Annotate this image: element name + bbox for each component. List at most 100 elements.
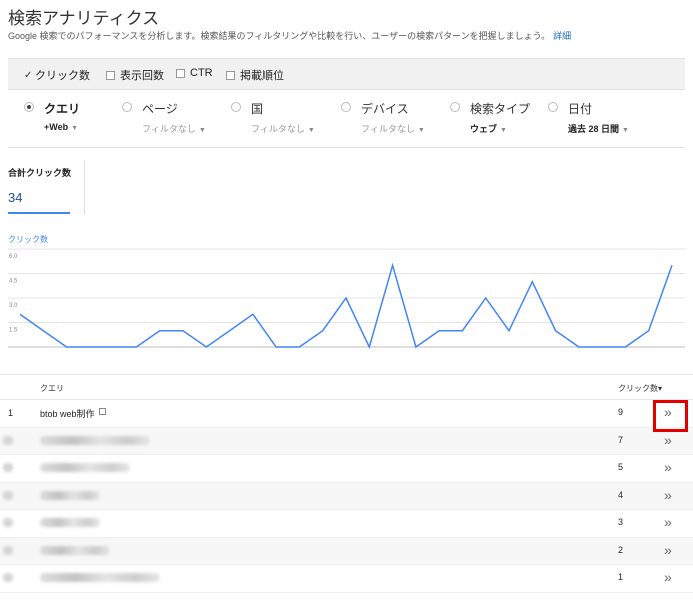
row-clicks: 7	[618, 434, 624, 445]
col-header-query[interactable]: クエリ	[40, 383, 64, 394]
checkbox-icon	[106, 70, 115, 80]
row-index: 1	[8, 408, 14, 418]
redacted-query	[40, 463, 130, 472]
redacted-index	[3, 435, 13, 445]
checkmark-icon: ✓	[24, 69, 33, 81]
redacted-query	[40, 545, 110, 555]
table-row[interactable]: 5»	[0, 455, 693, 483]
table-row[interactable]: 1»	[0, 565, 693, 593]
table-row[interactable]: 2»	[0, 537, 693, 565]
radio-icon	[231, 102, 241, 112]
description-text: Google 検索でのパフォーマンスを分析します。検索結果のフィルタリングや比較…	[8, 31, 551, 41]
filter-date-dropdown[interactable]: 過去 28 日間 ▼	[568, 122, 629, 135]
filter-page-dropdown[interactable]: フィルタなし ▼	[142, 122, 206, 135]
metric-position-label: 掲載順位	[240, 70, 284, 82]
filter-search-type-label: 検索タイプ	[470, 102, 531, 116]
filter-search-type-value: ウェブ	[470, 124, 498, 134]
filter-date-label: 日付	[568, 102, 593, 116]
caret-down-icon: ▼	[198, 127, 206, 134]
queries-table: クエリ クリック数▾ 1 btob web制作 9» 7» 5» 4» 3» 2» 1»	[0, 374, 693, 593]
filter-date-value: 過去 28 日間	[568, 124, 620, 134]
metric-clicks-label: クリック数	[35, 70, 90, 82]
redacted-query	[40, 573, 160, 582]
radio-icon	[548, 102, 558, 112]
page-title: 検索アナリティクス	[8, 9, 160, 28]
filter-row: クエリ +Web ▼ ページ フィルタなし ▼ 国 フィルタなし ▼ デバイス フィル…	[8, 92, 685, 148]
caret-down-icon: ▼	[500, 127, 507, 134]
redacted-index	[3, 518, 13, 527]
expand-row-icon[interactable]: »	[664, 542, 672, 558]
metric-clicks[interactable]: ✓ クリック数	[24, 67, 90, 83]
redacted-index	[3, 573, 13, 582]
radio-icon	[341, 102, 351, 112]
filter-device-value: フィルタなし	[361, 124, 415, 134]
redacted-index	[3, 463, 13, 472]
table-row[interactable]: 3»	[0, 510, 693, 538]
expand-row-icon[interactable]: »	[664, 459, 672, 475]
table-body: 1 btob web制作 9» 7» 5» 4» 3» 2» 1»	[0, 400, 693, 593]
y-tick-label: 3.0	[9, 303, 18, 309]
expand-row-icon[interactable]: »	[664, 432, 672, 448]
checkbox-icon	[176, 68, 185, 78]
highlight-annotation	[653, 400, 688, 432]
metric-position[interactable]: 掲載順位	[226, 67, 284, 83]
radio-icon	[450, 102, 460, 112]
filter-device-label: デバイス	[361, 102, 409, 116]
details-link[interactable]: 詳細	[553, 31, 571, 41]
table-row[interactable]: 4»	[0, 482, 693, 510]
total-clicks-label: 合計クリック数	[8, 168, 72, 178]
row-clicks: 3	[618, 517, 624, 527]
expand-row-icon[interactable]: »	[664, 514, 672, 530]
y-tick-label: 6.0	[9, 254, 18, 260]
caret-down-icon: ▼	[622, 127, 629, 134]
metric-ctr-label: CTR	[190, 67, 213, 79]
total-clicks-card[interactable]: 合計クリック数 34	[8, 160, 72, 214]
col-header-clicks-label: クリック数	[618, 384, 658, 393]
metric-impressions-label: 表示回数	[120, 70, 164, 82]
col-header-clicks[interactable]: クリック数▾	[618, 383, 662, 394]
filter-page-value: フィルタなし	[142, 124, 196, 134]
metric-ctr[interactable]: CTR	[176, 67, 213, 79]
radio-selected-icon	[24, 102, 34, 112]
clicks-line-chart: 6.0 4.5 3.0 1.5	[8, 248, 685, 350]
table-row[interactable]: 7»	[0, 427, 693, 455]
card-divider	[84, 160, 85, 214]
filter-country-value: フィルタなし	[251, 124, 305, 134]
row-query-link[interactable]: btob web制作	[40, 407, 106, 420]
redacted-index	[3, 545, 13, 555]
filter-country-label: 国	[251, 102, 264, 116]
row-clicks: 4	[618, 489, 624, 500]
row-clicks: 9	[618, 407, 624, 417]
metric-toolbar: ✓ クリック数 表示回数 CTR 掲載順位	[8, 58, 685, 90]
row-query-text: btob web制作	[40, 409, 95, 419]
table-row[interactable]: 1 btob web制作 9»	[0, 400, 693, 428]
redacted-index	[3, 490, 13, 500]
filter-query-value: +Web	[44, 122, 69, 132]
filter-country-dropdown[interactable]: フィルタなし ▼	[251, 122, 315, 135]
row-clicks: 1	[618, 572, 624, 582]
expand-row-icon[interactable]: »	[664, 487, 672, 503]
table-header: クエリ クリック数▾	[0, 374, 693, 400]
redacted-query	[40, 518, 100, 527]
row-clicks: 5	[618, 462, 624, 472]
redacted-query	[40, 435, 150, 445]
caret-down-icon: ▼	[417, 127, 425, 134]
page-description: Google 検索でのパフォーマンスを分析します。検索結果のフィルタリングや比較…	[8, 29, 571, 42]
row-clicks: 2	[618, 544, 624, 555]
y-tick-label: 4.5	[9, 279, 18, 285]
caret-down-icon: ▼	[307, 127, 315, 134]
expand-row-icon[interactable]: »	[664, 569, 672, 585]
y-tick-label: 1.5	[9, 328, 18, 334]
total-clicks-value: 34	[8, 190, 23, 205]
filter-page-label: ページ	[142, 102, 178, 116]
checkbox-icon	[226, 70, 235, 80]
external-link-icon[interactable]	[98, 408, 106, 415]
filter-device-dropdown[interactable]: フィルタなし ▼	[361, 122, 425, 135]
metric-impressions[interactable]: 表示回数	[106, 67, 164, 83]
caret-down-icon: ▼	[71, 125, 79, 132]
clicks-series-line[interactable]	[19, 262, 673, 350]
redacted-query	[40, 490, 100, 500]
filter-query-dropdown[interactable]: +Web ▼	[44, 122, 78, 132]
filter-search-type-dropdown[interactable]: ウェブ ▼	[470, 122, 507, 135]
filter-query-label: クエリ	[44, 102, 81, 116]
